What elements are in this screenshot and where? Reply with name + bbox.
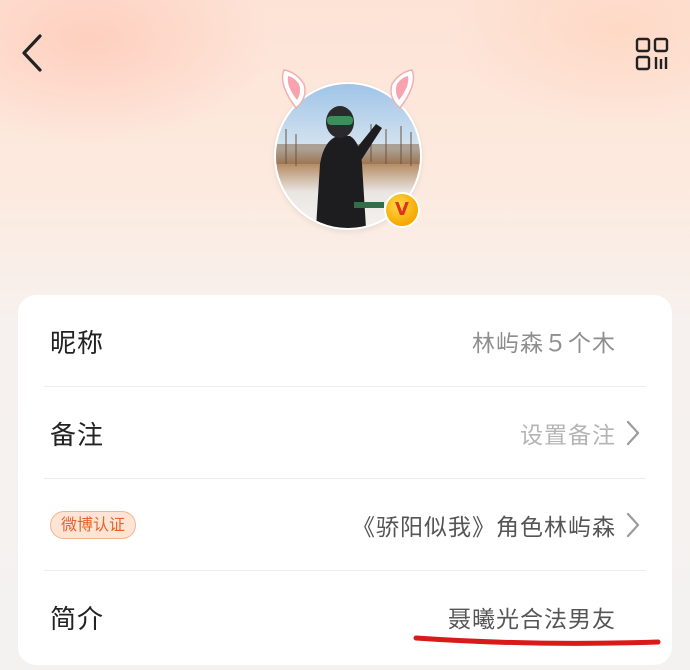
back-button[interactable] bbox=[12, 30, 52, 76]
remark-value: 设置备注 bbox=[520, 423, 616, 449]
remark-row[interactable]: 备注 设置备注 bbox=[18, 387, 672, 479]
bio-label: 简介 bbox=[50, 604, 105, 635]
red-underline-annotation bbox=[413, 635, 661, 646]
nickname-value: 林屿森５个木 bbox=[472, 331, 616, 357]
nickname-row: 昵称 林屿森５个木 bbox=[18, 295, 672, 387]
profile-avatar-group[interactable]: V bbox=[268, 64, 428, 234]
verified-badge-label: V bbox=[395, 199, 409, 220]
weibo-verified-tag: 微博认证 bbox=[50, 511, 137, 539]
verified-badge: V bbox=[384, 192, 420, 228]
chevron-left-icon bbox=[22, 34, 42, 72]
profile-info-card: 昵称 林屿森５个木 备注 设置备注 微博认证 《骄阳似我》角色林屿森 简介 聂曦… bbox=[18, 295, 672, 665]
remark-label: 备注 bbox=[50, 420, 105, 451]
chevron-right-icon bbox=[626, 512, 640, 538]
weibo-verification-row[interactable]: 微博认证 《骄阳似我》角色林屿森 bbox=[18, 479, 672, 571]
bunny-ears-decoration bbox=[281, 69, 415, 110]
nickname-label: 昵称 bbox=[50, 328, 105, 359]
verification-value: 《骄阳似我》角色林屿森 bbox=[352, 515, 616, 541]
qr-code-button[interactable] bbox=[630, 32, 674, 76]
bio-value: 聂曦光合法男友 bbox=[448, 607, 616, 633]
chevron-right-icon bbox=[626, 420, 640, 446]
qr-code-icon bbox=[635, 37, 669, 71]
